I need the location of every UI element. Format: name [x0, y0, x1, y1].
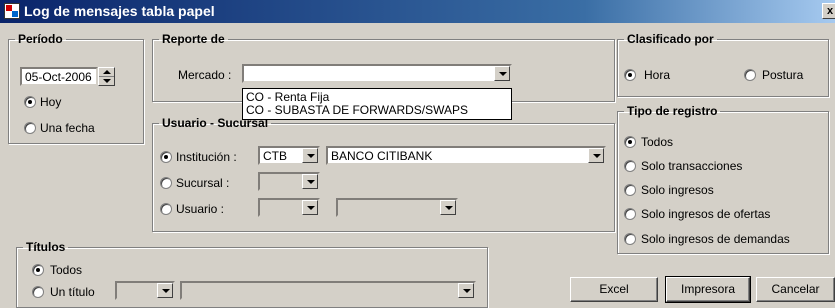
tipo-ingresos-radio[interactable]	[624, 184, 636, 196]
tipo-legend: Tipo de registro	[627, 104, 718, 118]
institucion-name-select[interactable]: BANCO CITIBANK	[326, 146, 606, 165]
mercado-option[interactable]: CO - SUBASTA DE FORWARDS/SWAPS	[243, 104, 511, 117]
close-button[interactable]: x	[822, 3, 835, 19]
un-titulo-label: Un título	[50, 285, 95, 299]
tipo-option-label: Solo ingresos	[641, 183, 714, 197]
usuario-radio[interactable]	[160, 203, 172, 215]
chevron-down-icon[interactable]	[588, 148, 604, 163]
mercado-select[interactable]	[242, 64, 512, 83]
chevron-down-icon[interactable]	[302, 148, 318, 163]
tipo-demandas-radio[interactable]	[624, 233, 636, 245]
chevron-down-icon[interactable]	[458, 283, 474, 298]
clasificado-legend: Clasificado por	[627, 32, 714, 46]
usuario-code-select[interactable]	[258, 198, 320, 217]
chevron-down-icon[interactable]	[302, 174, 318, 189]
institucion-name: BANCO CITIBANK	[331, 149, 433, 163]
usuario-name-select[interactable]	[336, 198, 458, 217]
postura-radio[interactable]	[744, 69, 756, 81]
titulos-todos-label: Todos	[50, 263, 83, 277]
sucursal-radio[interactable]	[160, 177, 172, 189]
institucion-radio[interactable]	[160, 151, 172, 163]
hoy-label: Hoy	[40, 95, 62, 109]
una-fecha-radio[interactable]	[24, 122, 36, 134]
hoy-radio[interactable]	[24, 96, 36, 108]
cancelar-button[interactable]: Cancelar	[756, 277, 835, 302]
chevron-down-icon[interactable]	[494, 66, 510, 81]
tipo-transacciones-radio[interactable]	[624, 160, 636, 172]
date-field[interactable]: 05-Oct-2006	[20, 67, 98, 86]
usuario-label: Usuario :	[176, 202, 225, 216]
tipo-option-label: Solo ingresos de demandas	[641, 232, 790, 246]
tipo-ofertas-radio[interactable]	[624, 208, 636, 220]
app-icon	[4, 3, 20, 19]
clasificado-group: Clasificado por	[617, 32, 829, 97]
institucion-code-select[interactable]: CTB	[258, 146, 320, 165]
hora-radio[interactable]	[624, 69, 636, 81]
chevron-down-icon[interactable]	[157, 283, 173, 298]
titulos-todos-radio[interactable]	[32, 264, 44, 276]
chevron-down-icon[interactable]	[302, 200, 318, 215]
mercado-label: Mercado :	[178, 68, 232, 82]
chevron-down-icon[interactable]	[440, 200, 456, 215]
institucion-label: Institución :	[176, 150, 237, 164]
sucursal-label: Sucursal :	[176, 176, 230, 190]
titulo-code-select[interactable]	[115, 281, 175, 300]
un-titulo-radio[interactable]	[32, 286, 44, 298]
hora-label: Hora	[644, 68, 671, 82]
mercado-dropdown-list[interactable]: CO - Renta Fija CO - SUBASTA DE FORWARDS…	[242, 88, 512, 120]
title-bar: Log de mensajes tabla papel x	[0, 0, 835, 23]
date-value: 05-Oct-2006	[25, 70, 92, 84]
tipo-option-label: Solo transacciones	[641, 159, 743, 173]
window-title: Log de mensajes tabla papel	[24, 3, 215, 19]
sucursal-select[interactable]	[258, 172, 320, 191]
postura-label: Postura	[762, 68, 804, 82]
periodo-legend: Período	[18, 32, 63, 46]
reporte-legend: Reporte de	[162, 32, 225, 46]
tipo-option-label: Todos	[641, 135, 674, 149]
institucion-code: CTB	[263, 149, 287, 163]
titulo-name-select[interactable]	[180, 281, 476, 300]
date-spinner[interactable]	[98, 67, 115, 86]
excel-button[interactable]: Excel	[570, 277, 658, 302]
titulos-legend: Títulos	[26, 240, 66, 254]
una-fecha-label: Una fecha	[40, 121, 95, 135]
tipo-todos-radio[interactable]	[624, 136, 636, 148]
tipo-option-label: Solo ingresos de ofertas	[641, 207, 771, 221]
impresora-button[interactable]: Impresora	[665, 276, 751, 303]
